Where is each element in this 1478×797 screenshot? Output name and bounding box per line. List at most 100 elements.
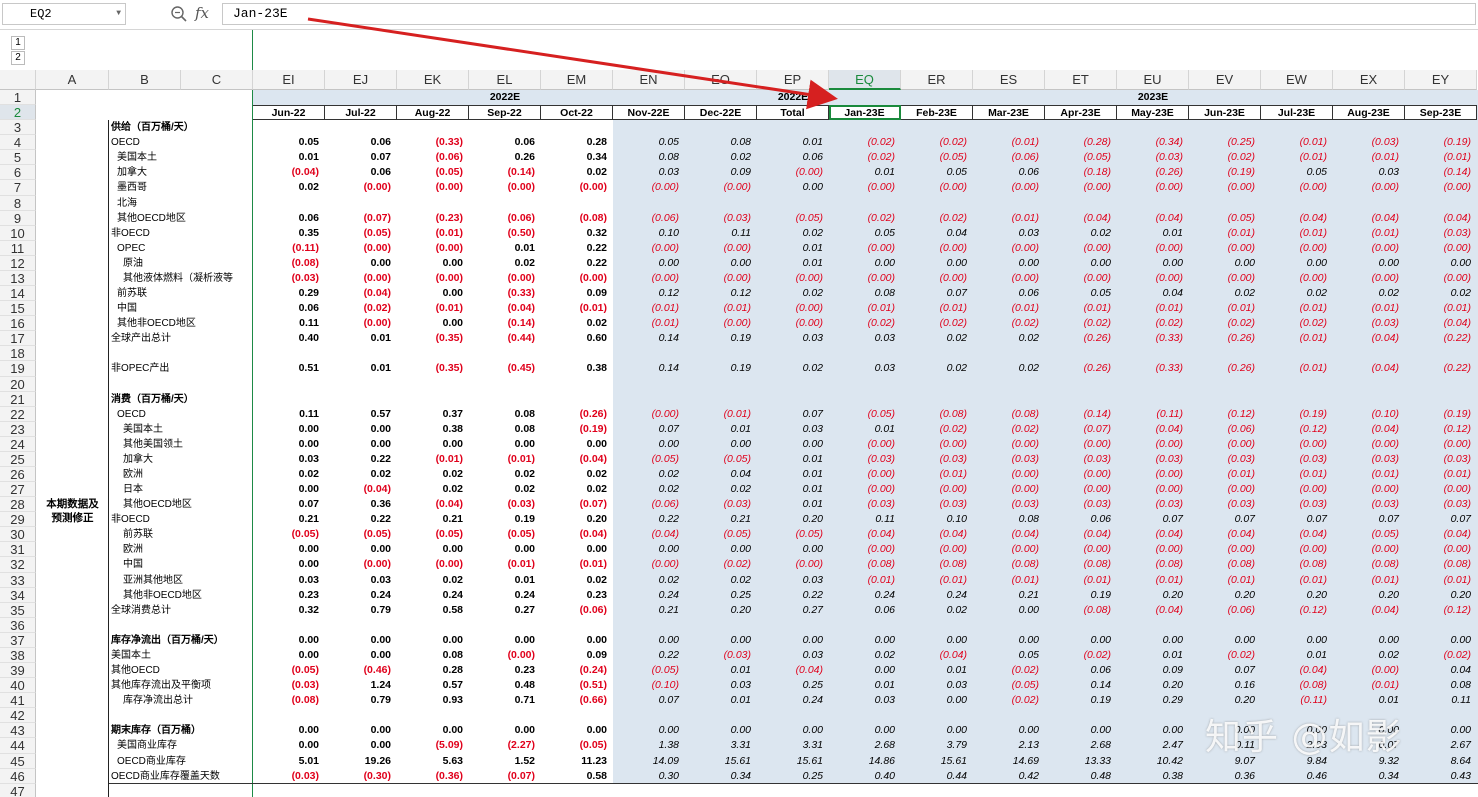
row-label[interactable]: OECD (115, 407, 251, 422)
row-header-31[interactable]: 31 (0, 542, 36, 558)
data-cell[interactable]: (0.04) (613, 527, 685, 542)
data-cell[interactable]: 0.01 (253, 150, 325, 165)
data-cell[interactable]: 0.03 (325, 573, 397, 588)
data-cell[interactable]: 1.52 (469, 754, 541, 769)
row-label[interactable]: 其他OECD (109, 663, 251, 678)
data-cell[interactable]: 0.26 (469, 150, 541, 165)
data-cell[interactable]: 0.20 (1405, 588, 1477, 603)
data-cell[interactable]: 0.01 (901, 663, 973, 678)
data-cell[interactable]: 0.02 (613, 573, 685, 588)
data-cell[interactable]: (0.08) (253, 693, 325, 708)
data-cell[interactable]: (0.14) (1045, 407, 1117, 422)
data-cell[interactable]: (0.03) (1189, 452, 1261, 467)
row-label[interactable]: OECD商业库存覆盖天数 (109, 769, 251, 784)
column-header-es[interactable]: ES (973, 70, 1045, 90)
data-cell[interactable]: (0.08) (829, 557, 901, 572)
data-cell[interactable]: (0.04) (541, 452, 613, 467)
data-cell[interactable]: 0.04 (1405, 663, 1477, 678)
data-cell[interactable]: 0.08 (685, 135, 757, 150)
data-cell[interactable]: (0.05) (685, 527, 757, 542)
data-cell[interactable]: 0.07 (1189, 512, 1261, 527)
data-cell[interactable]: 0.19 (685, 331, 757, 346)
data-cell[interactable]: (0.00) (1045, 542, 1117, 557)
month-header-cell[interactable]: May-23E (1117, 105, 1189, 121)
column-header-ep[interactable]: EP (757, 70, 829, 90)
data-cell[interactable]: 0.01 (469, 241, 541, 256)
data-cell[interactable]: 8.64 (1405, 754, 1477, 769)
data-cell[interactable]: (0.12) (1261, 422, 1333, 437)
data-cell[interactable]: 0.01 (829, 165, 901, 180)
row-header-4[interactable]: 4 (0, 135, 36, 151)
data-cell[interactable]: (0.01) (469, 557, 541, 572)
data-cell[interactable]: (0.01) (541, 301, 613, 316)
row-label[interactable]: 非OECD (109, 512, 251, 527)
data-cell[interactable]: (0.04) (325, 482, 397, 497)
data-cell[interactable]: (0.00) (1261, 241, 1333, 256)
data-cell[interactable]: (0.00) (829, 241, 901, 256)
data-cell[interactable]: (0.00) (541, 180, 613, 195)
data-cell[interactable]: 0.00 (253, 648, 325, 663)
data-cell[interactable]: (0.08) (1261, 557, 1333, 572)
data-cell[interactable]: 0.00 (973, 633, 1045, 648)
data-cell[interactable]: 0.22 (541, 241, 613, 256)
data-cell[interactable]: (0.00) (901, 271, 973, 286)
data-cell[interactable]: 11.23 (541, 754, 613, 769)
data-cell[interactable]: (0.03) (253, 271, 325, 286)
data-cell[interactable]: 0.00 (325, 738, 397, 753)
row-header-22[interactable]: 22 (0, 406, 36, 422)
data-cell[interactable]: 0.00 (1117, 633, 1189, 648)
data-cell[interactable]: 0.28 (541, 135, 613, 150)
data-cell[interactable]: (0.00) (901, 542, 973, 557)
row-header-36[interactable]: 36 (0, 617, 36, 633)
data-cell[interactable]: 0.29 (253, 286, 325, 301)
data-cell[interactable]: 0.03 (613, 165, 685, 180)
data-cell[interactable]: 0.00 (685, 437, 757, 452)
data-cell[interactable]: (0.03) (1117, 150, 1189, 165)
data-cell[interactable]: 2.47 (1117, 738, 1189, 753)
data-cell[interactable]: (0.01) (1189, 467, 1261, 482)
month-header-cell[interactable]: Total (757, 105, 829, 121)
data-cell[interactable]: (0.03) (253, 678, 325, 693)
data-cell[interactable]: (0.00) (1261, 542, 1333, 557)
data-cell[interactable]: (0.02) (973, 316, 1045, 331)
data-cell[interactable]: (0.00) (757, 316, 829, 331)
column-header-eu[interactable]: EU (1117, 70, 1189, 90)
data-cell[interactable]: (0.05) (829, 407, 901, 422)
data-cell[interactable]: (0.06) (541, 603, 613, 618)
data-cell[interactable]: (0.06) (613, 211, 685, 226)
data-cell[interactable]: (0.05) (685, 452, 757, 467)
data-cell[interactable]: (0.26) (1189, 361, 1261, 376)
data-cell[interactable]: (0.00) (1117, 180, 1189, 195)
data-cell[interactable]: 0.38 (1117, 769, 1189, 784)
data-cell[interactable]: (0.00) (973, 180, 1045, 195)
data-cell[interactable]: 0.79 (325, 603, 397, 618)
data-cell[interactable]: 0.00 (829, 633, 901, 648)
data-cell[interactable]: (0.01) (685, 407, 757, 422)
data-cell[interactable]: (0.03) (973, 497, 1045, 512)
data-cell[interactable]: 0.08 (1405, 678, 1477, 693)
row-header-35[interactable]: 35 (0, 602, 36, 618)
row-label[interactable]: 其他库存流出及平衡项 (109, 678, 251, 693)
data-cell[interactable]: 0.00 (613, 633, 685, 648)
row-label[interactable]: 库存净流出（百万桶/天） (109, 633, 251, 648)
data-cell[interactable]: (0.05) (613, 452, 685, 467)
row-label[interactable]: 前苏联 (121, 527, 251, 542)
data-cell[interactable]: (0.02) (1189, 648, 1261, 663)
data-cell[interactable]: 0.02 (973, 361, 1045, 376)
data-cell[interactable]: (0.03) (1405, 226, 1477, 241)
row-header-40[interactable]: 40 (0, 678, 36, 694)
outline-level-1-button[interactable]: 1 (11, 36, 25, 50)
data-cell[interactable]: 0.02 (469, 467, 541, 482)
data-cell[interactable]: (0.05) (325, 527, 397, 542)
data-cell[interactable]: (0.24) (541, 663, 613, 678)
data-cell[interactable]: (0.02) (829, 150, 901, 165)
row-label[interactable]: 亚洲其他地区 (121, 573, 251, 588)
data-cell[interactable]: 0.37 (397, 407, 469, 422)
data-cell[interactable]: (0.00) (1405, 482, 1477, 497)
data-cell[interactable]: 0.06 (829, 603, 901, 618)
data-cell[interactable]: 0.00 (253, 633, 325, 648)
data-cell[interactable]: (0.35) (397, 331, 469, 346)
data-cell[interactable]: 0.00 (901, 633, 973, 648)
data-cell[interactable]: (0.00) (613, 407, 685, 422)
column-header-er[interactable]: ER (901, 70, 973, 90)
